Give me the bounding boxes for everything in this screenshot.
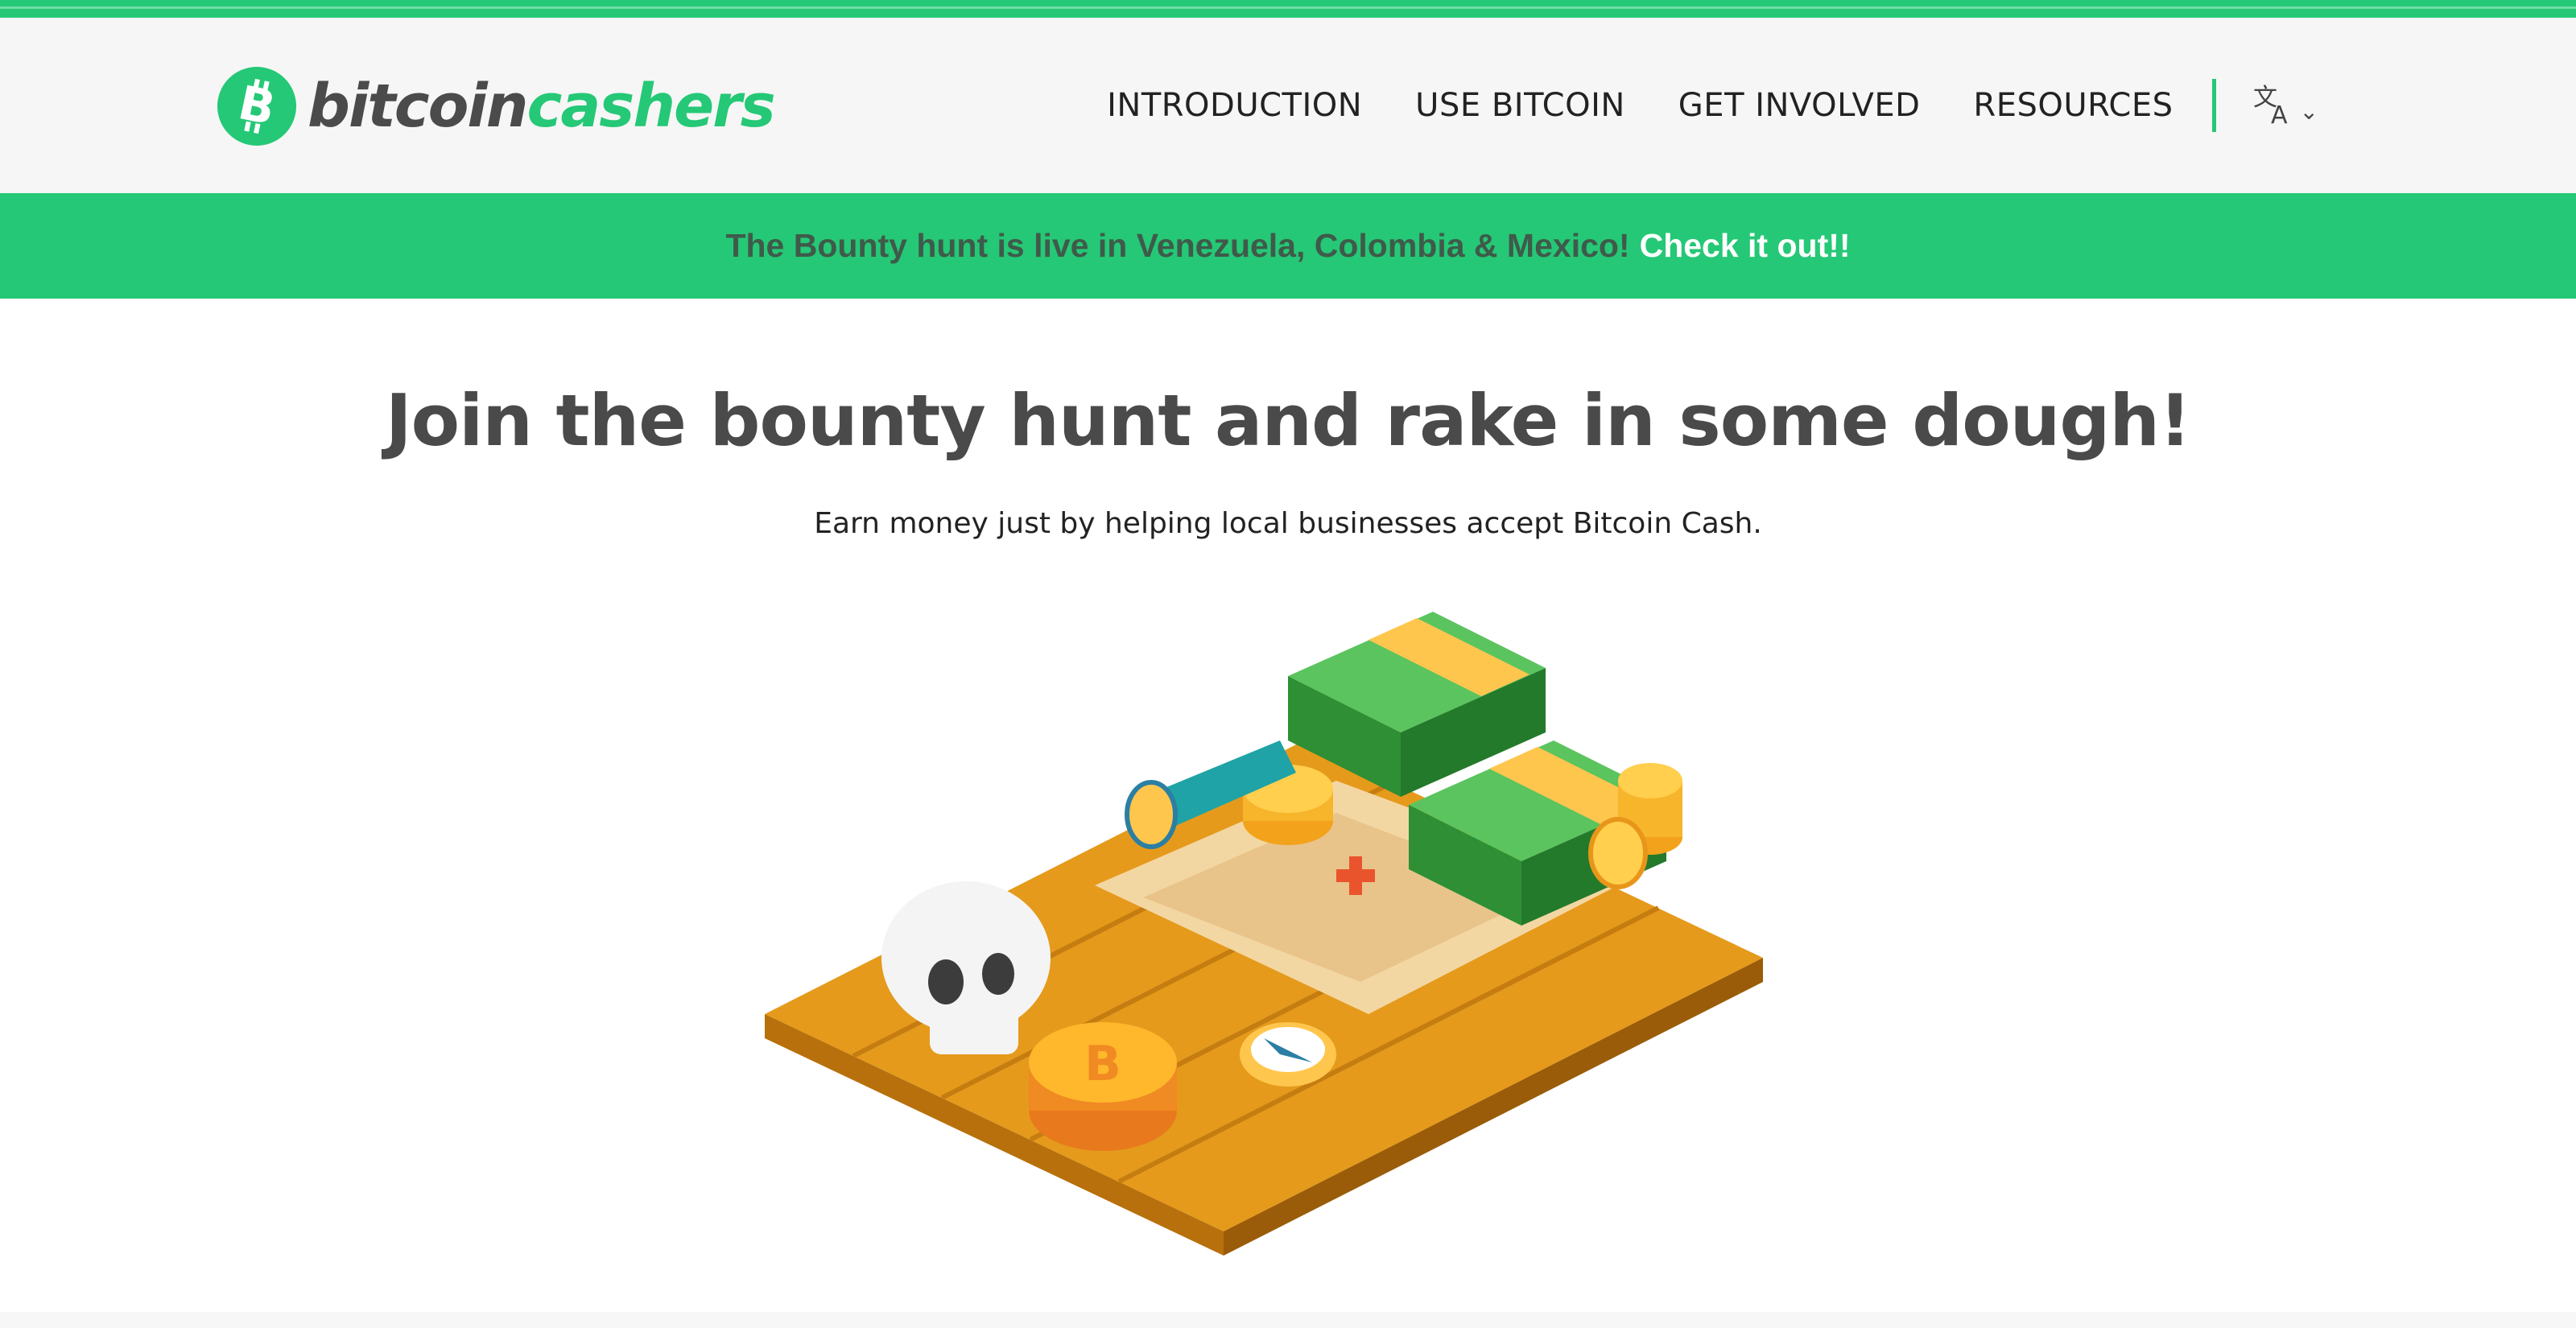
announcement-banner: The Bounty hunt is live in Venezuela, Co… (0, 193, 2576, 299)
svg-text:B: B (1084, 1036, 1121, 1092)
nav-use-bitcoin[interactable]: USE BITCOIN (1415, 87, 1625, 124)
nav-introduction[interactable]: INTRODUCTION (1107, 87, 1362, 124)
nav-resources[interactable]: RESOURCES (1973, 87, 2173, 124)
language-switcher[interactable]: 文 A ⌄ (2252, 81, 2318, 130)
bitcoin-logo-icon: B (217, 67, 296, 146)
compass-icon (1240, 1022, 1336, 1087)
logo-wordmark-part2: cashers (526, 72, 775, 141)
logo-wordmark: bitcoincashers (308, 76, 776, 136)
banner-link[interactable]: Check it out!! (1640, 227, 1851, 265)
hero-subtitle: Earn money just by helping local busines… (814, 507, 1762, 540)
svg-text:A: A (2271, 101, 2288, 126)
top-accent-stripe (0, 0, 2576, 18)
nav-divider (2211, 79, 2216, 132)
bitcoin-coin-icon: B (1029, 1022, 1177, 1151)
translate-icon: 文 A (2252, 81, 2297, 130)
site-header: B bitcoincashers INTRODUCTION USE BITCOI… (0, 18, 2576, 193)
nav-get-involved[interactable]: GET INVOLVED (1678, 87, 1921, 124)
main-navigation: INTRODUCTION USE BITCOIN GET INVOLVED RE… (1107, 18, 2576, 193)
logo-wordmark-part1: bitcoin (308, 72, 528, 141)
site-logo[interactable]: B bitcoincashers (217, 66, 776, 146)
chevron-down-icon: ⌄ (2299, 97, 2318, 125)
banner-text: The Bounty hunt is live in Venezuela, Co… (725, 227, 1630, 264)
hero-title: Join the bounty hunt and rake in some do… (385, 379, 2191, 462)
treasure-map-illustration: B (724, 579, 1852, 1256)
page-bottom-edge (0, 1312, 2576, 1328)
